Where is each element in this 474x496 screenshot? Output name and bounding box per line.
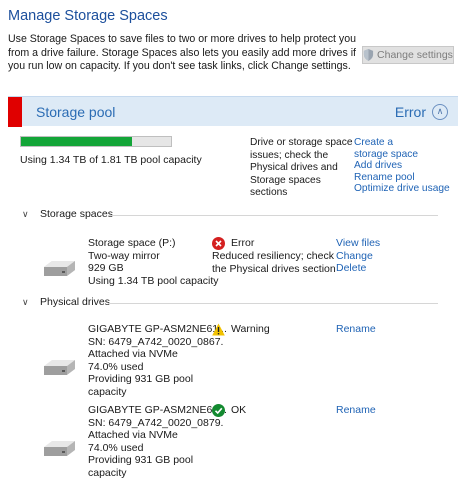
storage-space-links: View files Change Delete bbox=[336, 237, 380, 275]
section-divider bbox=[108, 215, 438, 216]
storage-space-status: Error Reduced resiliency; check the Phys… bbox=[212, 237, 337, 275]
physical-drives-section-header[interactable]: ∨ Physical drives bbox=[22, 296, 110, 308]
chevron-down-icon[interactable]: ∨ bbox=[22, 297, 32, 308]
drive-icon bbox=[44, 261, 75, 276]
pool-name: Storage pool bbox=[36, 103, 116, 120]
delete-link[interactable]: Delete bbox=[336, 262, 380, 275]
rename-drive-link[interactable]: Rename bbox=[336, 323, 376, 336]
drive-serial: SN: 6479_A742_0020_0867. bbox=[88, 335, 224, 348]
drive-status-label: Warning bbox=[231, 323, 270, 335]
drive-links: Rename bbox=[336, 323, 376, 336]
drive-status-label: OK bbox=[231, 404, 247, 416]
drive-connection: Attached via NVMe bbox=[88, 429, 178, 441]
drive-serial: SN: 6479_A742_0020_0879. bbox=[88, 416, 224, 429]
storage-space-status-detail: Reduced resiliency; check the Physical d… bbox=[212, 250, 336, 275]
physical-drives-heading: Physical drives bbox=[40, 296, 111, 308]
drive-links: Rename bbox=[336, 404, 376, 417]
error-indicator-bar bbox=[8, 96, 22, 127]
storage-spaces-heading: Storage spaces bbox=[40, 208, 113, 220]
drive-status: Warning bbox=[212, 323, 270, 336]
drive-providing: Providing 931 GB pool bbox=[88, 454, 194, 466]
chevron-up-icon[interactable]: ∧ bbox=[432, 103, 448, 120]
storage-space-size: 929 GB bbox=[88, 262, 124, 274]
storage-space-status-label: Error bbox=[231, 237, 255, 250]
change-settings-button[interactable]: Change settings bbox=[362, 46, 454, 64]
section-divider bbox=[108, 303, 438, 304]
physical-drive-details: GIGABYTE GP-ASM2NE61... SN: 6479_A742_00… bbox=[88, 323, 227, 398]
page-title: Manage Storage Spaces bbox=[8, 8, 168, 24]
shield-icon bbox=[363, 49, 374, 61]
drive-status: OK bbox=[212, 404, 246, 417]
chevron-down-icon[interactable]: ∨ bbox=[22, 209, 32, 220]
add-drives-link[interactable]: Add drives bbox=[354, 160, 450, 172]
optimize-drive-usage-link[interactable]: Optimize drive usage bbox=[354, 183, 450, 195]
change-settings-label: Change settings bbox=[377, 49, 453, 61]
capacity-progress-fill bbox=[21, 137, 132, 146]
pool-status: Error bbox=[394, 103, 426, 120]
drive-providing-cont: capacity bbox=[88, 466, 127, 479]
pool-note: Drive or storage space issues; check the… bbox=[250, 137, 353, 198]
warning-icon bbox=[212, 323, 225, 336]
create-storage-space-link[interactable]: Create a storage space bbox=[354, 137, 429, 160]
pool-usage-text: Using 1.34 TB of 1.81 TB pool capacity bbox=[20, 154, 202, 166]
drive-model: GIGABYTE GP-ASM2NE61... bbox=[88, 404, 227, 416]
drive-providing-cont: capacity bbox=[88, 385, 127, 398]
drive-used: 74.0% used bbox=[88, 360, 144, 373]
drive-icon bbox=[44, 441, 75, 456]
drive-model: GIGABYTE GP-ASM2NE61... bbox=[88, 323, 227, 335]
storage-space-details: Storage space (P:) Two-way mirror 929 GB… bbox=[88, 237, 219, 287]
storage-space-usage: Using 1.34 TB pool capacity bbox=[88, 274, 219, 287]
ok-icon bbox=[212, 404, 225, 417]
drive-connection: Attached via NVMe bbox=[88, 348, 178, 360]
rename-drive-link[interactable]: Rename bbox=[336, 404, 376, 417]
physical-drive-details: GIGABYTE GP-ASM2NE61... SN: 6479_A742_00… bbox=[88, 404, 227, 479]
storage-space-resiliency: Two-way mirror bbox=[88, 249, 160, 262]
storage-space-name: Storage space (P:) bbox=[88, 237, 176, 249]
intro-text: Use Storage Spaces to save files to two … bbox=[8, 33, 357, 72]
pool-task-links: Create a storage space Add drives Rename… bbox=[354, 137, 450, 195]
change-link[interactable]: Change bbox=[336, 250, 380, 263]
drive-icon bbox=[44, 360, 75, 375]
drive-used: 74.0% used bbox=[88, 441, 144, 454]
capacity-progress-bar bbox=[20, 136, 172, 147]
drive-providing: Providing 931 GB pool bbox=[88, 373, 194, 385]
storage-pool-header[interactable]: Storage pool Error ∧ bbox=[8, 96, 458, 127]
view-files-link[interactable]: View files bbox=[336, 237, 380, 250]
error-icon bbox=[212, 237, 225, 250]
rename-pool-link[interactable]: Rename pool bbox=[354, 172, 450, 184]
storage-spaces-section-header[interactable]: ∨ Storage spaces bbox=[22, 208, 113, 220]
